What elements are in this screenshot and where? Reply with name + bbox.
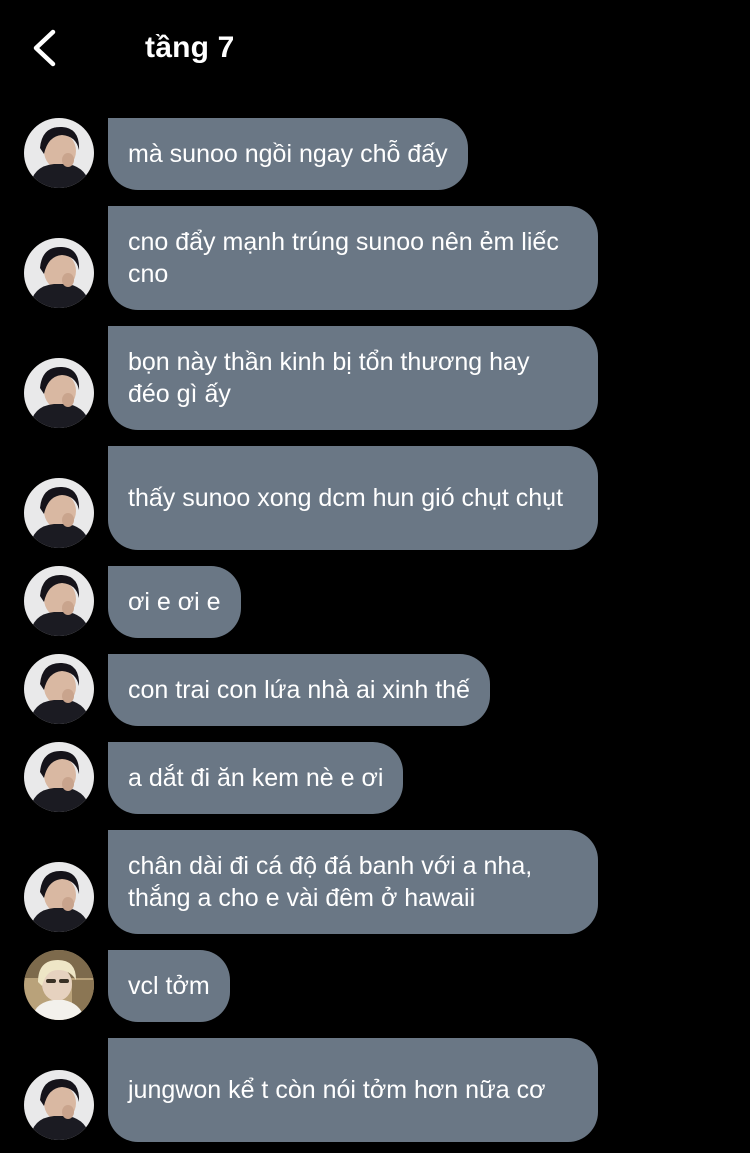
avatar[interactable] xyxy=(24,118,94,188)
avatar[interactable] xyxy=(24,950,94,1020)
avatar[interactable] xyxy=(24,654,94,724)
avatar-dark-hair-icon xyxy=(24,862,94,932)
avatar-dark-hair-icon xyxy=(24,478,94,548)
message-row: mà sunoo ngồi ngay chỗ đấy xyxy=(0,118,750,190)
avatar[interactable] xyxy=(24,238,94,308)
avatar-dark-hair-icon xyxy=(24,358,94,428)
message-row: chân dài đi cá độ đá banh với a nha, thắ… xyxy=(0,830,750,934)
message-text: ơi e ơi e xyxy=(128,588,221,616)
message-bubble[interactable]: chân dài đi cá độ đá banh với a nha, thắ… xyxy=(108,830,598,934)
message-bubble[interactable]: vcl tởm xyxy=(108,950,230,1022)
message-row: a dắt đi ăn kem nè e ơi xyxy=(0,742,750,814)
back-button[interactable] xyxy=(22,24,70,72)
message-text: con trai con lứa nhà ai xinh thế xyxy=(128,676,470,704)
avatar[interactable] xyxy=(24,358,94,428)
message-row: thấy sunoo xong dcm hun gió chụt chụt xyxy=(0,446,750,550)
message-bubble[interactable]: mà sunoo ngồi ngay chỗ đấy xyxy=(108,118,468,190)
avatar-dark-hair-icon xyxy=(24,654,94,724)
message-row: jungwon kể t còn nói tởm hơn nữa cơ xyxy=(0,1038,750,1142)
message-row: vcl tởm xyxy=(0,950,750,1022)
avatar-dark-hair-icon xyxy=(24,742,94,812)
message-text: cno đẩy mạnh trúng sunoo nên ẻm liếc cno xyxy=(128,228,559,288)
message-text: bọn này thần kinh bị tổn thương hay đéo … xyxy=(128,348,530,408)
message-text: mà sunoo ngồi ngay chỗ đấy xyxy=(128,140,448,168)
message-text: chân dài đi cá độ đá banh với a nha, thắ… xyxy=(128,852,533,912)
message-bubble[interactable]: bọn này thần kinh bị tổn thương hay đéo … xyxy=(108,326,598,430)
message-bubble[interactable]: a dắt đi ăn kem nè e ơi xyxy=(108,742,404,814)
avatar-dark-hair-icon xyxy=(24,566,94,636)
avatar-dark-hair-icon xyxy=(24,1070,94,1140)
message-text: thấy sunoo xong dcm hun gió chụt chụt xyxy=(128,484,564,512)
avatar-dark-hair-icon xyxy=(24,238,94,308)
message-bubble[interactable]: thấy sunoo xong dcm hun gió chụt chụt xyxy=(108,446,598,550)
avatar[interactable] xyxy=(24,478,94,548)
message-text: a dắt đi ăn kem nè e ơi xyxy=(128,764,384,792)
message-bubble[interactable]: con trai con lứa nhà ai xinh thế xyxy=(108,654,490,726)
avatar[interactable] xyxy=(24,742,94,812)
avatar[interactable] xyxy=(24,1070,94,1140)
message-text: vcl tởm xyxy=(128,972,210,1000)
message-row: bọn này thần kinh bị tổn thương hay đéo … xyxy=(0,326,750,430)
avatar[interactable] xyxy=(24,566,94,636)
chevron-left-icon xyxy=(33,29,56,67)
avatar-dark-hair-icon xyxy=(24,118,94,188)
message-bubble[interactable]: cno đẩy mạnh trúng sunoo nên ẻm liếc cno xyxy=(108,206,598,310)
chat-header: tầng 7 xyxy=(0,0,750,96)
message-bubble[interactable]: jungwon kể t còn nói tởm hơn nữa cơ xyxy=(108,1038,598,1142)
avatar-blonde-hair-icon xyxy=(24,950,94,1020)
message-row: ơi e ơi e xyxy=(0,566,750,638)
message-bubble[interactable]: ơi e ơi e xyxy=(108,566,241,638)
message-text: jungwon kể t còn nói tởm hơn nữa cơ xyxy=(128,1076,546,1104)
chat-title: tầng 7 xyxy=(145,31,235,64)
message-row: con trai con lứa nhà ai xinh thế xyxy=(0,654,750,726)
avatar[interactable] xyxy=(24,862,94,932)
message-row: cno đẩy mạnh trúng sunoo nên ẻm liếc cno xyxy=(0,206,750,310)
